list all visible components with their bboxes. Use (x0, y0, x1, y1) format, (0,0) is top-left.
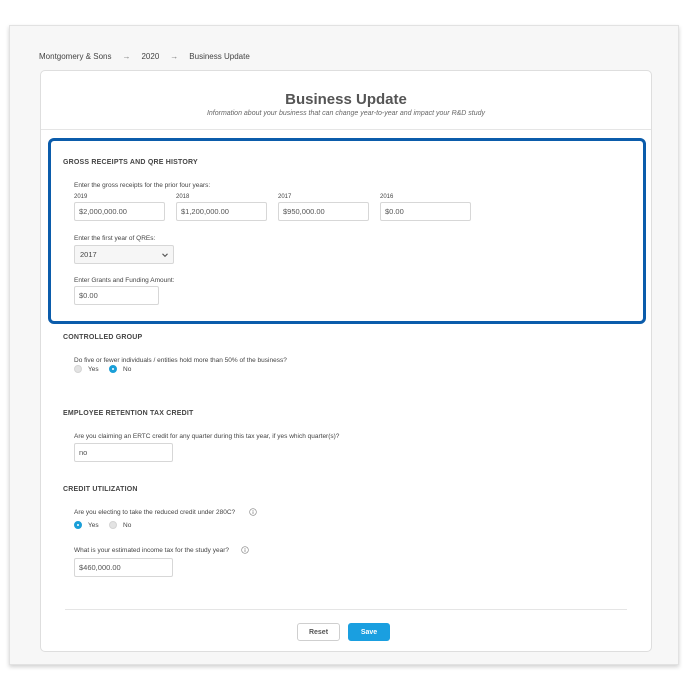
controlled-group-yes-radio[interactable]: Yes (74, 365, 99, 373)
section-title-gross-receipts: GROSS RECEIPTS AND QRE HISTORY (63, 159, 198, 166)
section-title-controlled-group: CONTROLLED GROUP (63, 334, 143, 341)
first-qre-label: Enter the first year of QREs: (74, 235, 156, 242)
gross-receipts-2016-input[interactable] (380, 202, 471, 221)
breadcrumb-client[interactable]: Montgomery & Sons (39, 52, 111, 61)
year-label-2018: 2018 (176, 194, 190, 200)
income-tax-question: What is your estimated income tax for th… (74, 547, 229, 554)
info-icon[interactable] (241, 546, 249, 554)
controlled-group-no-radio[interactable]: No (109, 365, 131, 373)
chevron-down-icon (162, 253, 168, 258)
gross-receipts-2017-input[interactable] (278, 202, 369, 221)
ertc-input[interactable] (74, 443, 173, 462)
grants-label: Enter Grants and Funding Amount: (74, 277, 175, 284)
radio-selected (109, 365, 117, 373)
page-subtitle: Information about your business that can… (206, 110, 486, 117)
radio-unselected (109, 521, 117, 529)
info-icon[interactable] (249, 508, 257, 516)
grants-funding-input[interactable] (74, 286, 159, 305)
controlled-group-question: Do five or fewer individuals / entities … (74, 357, 287, 364)
divider (65, 609, 627, 610)
radio-label-no: No (123, 365, 132, 373)
business-update-card: Business Update Information about your b… (40, 70, 652, 652)
breadcrumb: Montgomery & Sons → 2020 → Business Upda… (39, 52, 250, 61)
divider (41, 129, 651, 130)
gross-receipts-2019-input[interactable] (74, 202, 165, 221)
radio-label-no: No (123, 521, 132, 529)
reduced-credit-no-radio[interactable]: No (109, 521, 131, 529)
app-frame: Montgomery & Sons → 2020 → Business Upda… (9, 25, 679, 665)
page-title: Business Update (285, 91, 407, 108)
reduced-credit-yes-radio[interactable]: Yes (74, 521, 99, 529)
year-label-2019: 2019 (74, 194, 88, 200)
first-qre-value: 2017 (80, 250, 97, 259)
ertc-question: Are you claiming an ERTC credit for any … (74, 433, 340, 440)
radio-selected (74, 521, 82, 529)
radio-label-yes: Yes (88, 521, 99, 529)
save-button[interactable]: Save (348, 623, 390, 641)
gross-receipts-prompt: Enter the gross receipts for the prior f… (74, 182, 211, 189)
income-tax-input[interactable] (74, 558, 173, 577)
breadcrumb-arrow-icon: → (122, 52, 131, 61)
reset-button[interactable]: Reset (297, 623, 340, 641)
radio-unselected (74, 365, 82, 373)
reduced-credit-question: Are you electing to take the reduced cre… (74, 509, 236, 516)
breadcrumb-year[interactable]: 2020 (141, 52, 159, 61)
year-label-2016: 2016 (380, 194, 394, 200)
gross-receipts-2018-input[interactable] (176, 202, 267, 221)
year-label-2017: 2017 (278, 194, 292, 200)
breadcrumb-arrow-icon: → (170, 52, 179, 61)
first-qre-select[interactable]: 2017 (74, 245, 174, 264)
section-title-credit-utilization: CREDIT UTILIZATION (63, 486, 138, 493)
radio-label-yes: Yes (88, 365, 99, 373)
section-title-ertc: EMPLOYEE RETENTION TAX CREDIT (63, 410, 194, 417)
breadcrumb-current: Business Update (189, 52, 250, 61)
